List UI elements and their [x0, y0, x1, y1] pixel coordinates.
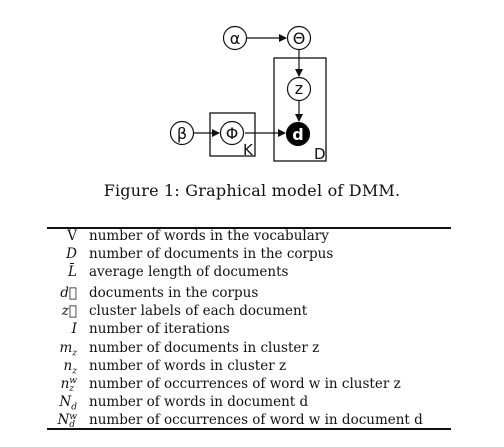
notation-row: d⃗ documents in the corpus [47, 284, 451, 302]
notation-description: number of words in the vocabulary [89, 228, 329, 244]
notation-description: number of iterations [89, 321, 230, 337]
notation-description: number of words in document d [89, 394, 309, 410]
notation-row: nz number of words in cluster z [47, 357, 451, 377]
notation-row: D number of documents in the corpus [47, 245, 451, 263]
node-phi-label: Φ [226, 124, 239, 143]
plate-documents-label: D [314, 145, 326, 163]
node-alpha: α [222, 25, 248, 51]
notation-symbol: Nwd [57, 411, 77, 430]
notation-description: number of documents in the corpus [89, 246, 334, 262]
notation-description: number of words in cluster z [89, 358, 287, 374]
notation-symbol: D [66, 246, 77, 262]
node-alpha-label: α [230, 29, 241, 48]
notation-description: documents in the corpus [89, 285, 259, 301]
notation-symbol: I [71, 321, 77, 337]
notation-description: number of occurrences of word w in docum… [89, 412, 423, 428]
node-z: z [286, 76, 312, 102]
notation-symbol: z⃗ [61, 303, 77, 319]
notation-description: cluster labels of each document [89, 303, 308, 319]
notation-row: mz number of documents in cluster z [47, 339, 451, 359]
node-d-label: d [292, 125, 303, 144]
notation-symbol: L̄ [68, 264, 77, 280]
node-phi: Φ [219, 120, 245, 146]
notation-row: V number of words in the vocabulary [47, 227, 451, 245]
node-beta-label: β [177, 124, 187, 143]
graphical-model-diagram: D K α Θ z β Φ d [169, 25, 327, 163]
node-theta-label: Θ [293, 29, 306, 48]
notation-description: number of documents in cluster z [89, 340, 320, 356]
notation-row: z⃗ cluster labels of each document [47, 302, 451, 320]
table-bottom-rule [47, 428, 451, 430]
notation-symbol: V [67, 228, 77, 244]
notation-row: L̄ average length of documents [47, 263, 451, 281]
node-theta: Θ [286, 25, 312, 51]
node-beta: β [169, 120, 195, 146]
notation-row: Nd number of words in document d [47, 393, 451, 413]
notation-row: nwz number of occurrences of word w in c… [47, 375, 451, 393]
notation-symbol: nwz [60, 375, 77, 394]
node-z-label: z [295, 79, 303, 98]
notation-row: I number of iterations [47, 320, 451, 338]
figure-caption: Figure 1: Graphical model of DMM. [103, 181, 401, 200]
notation-description: average length of documents [89, 264, 289, 280]
notation-row: Nwd number of occurrences of word w in d… [47, 411, 451, 429]
node-d-observed: d [285, 121, 311, 147]
notation-description: number of occurrences of word w in clust… [89, 376, 401, 392]
plate-topics-label: K [243, 141, 254, 159]
notation-symbol: d⃗ [60, 285, 77, 301]
